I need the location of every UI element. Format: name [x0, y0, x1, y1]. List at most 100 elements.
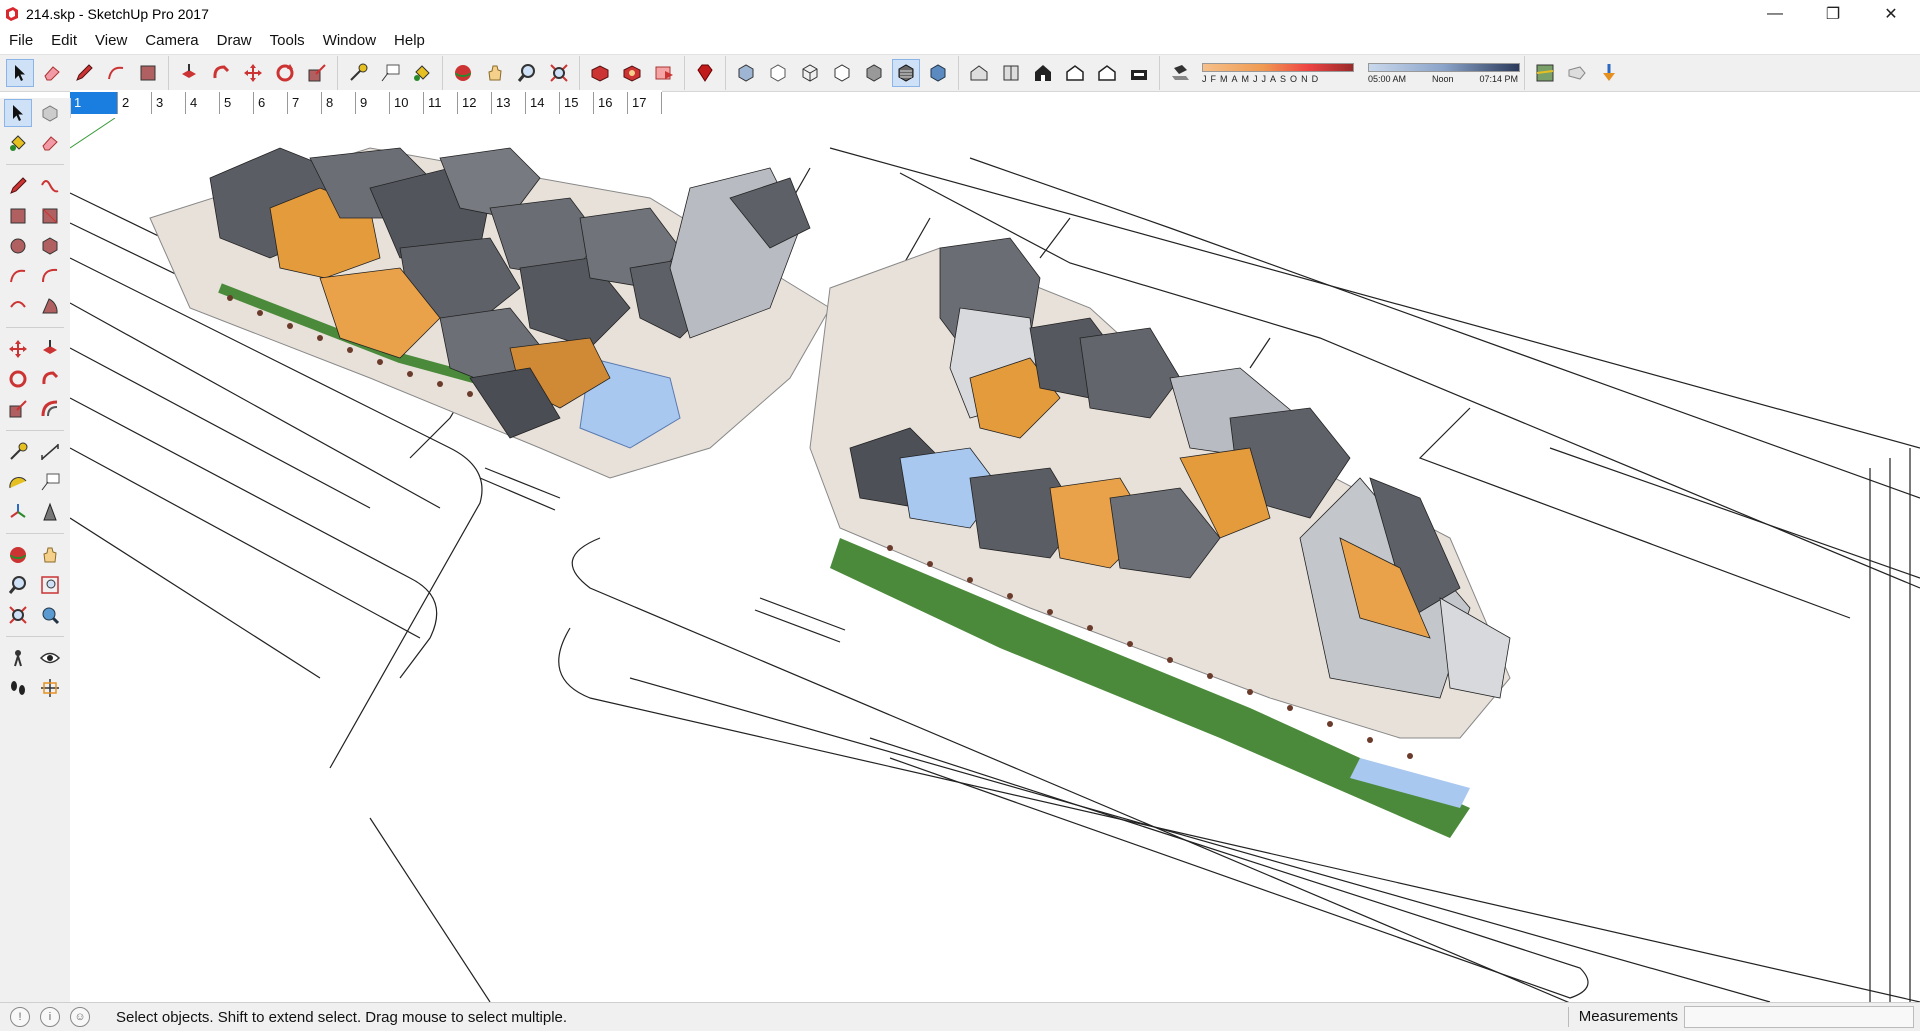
measurements-input[interactable]	[1684, 1006, 1914, 1028]
right-view-button[interactable]	[1061, 59, 1089, 87]
ruby-console-button[interactable]	[691, 59, 719, 87]
line-tool[interactable]	[4, 172, 32, 200]
pan-tool-button[interactable]	[481, 59, 509, 87]
orbit-tool[interactable]	[4, 541, 32, 569]
eraser-tool-button[interactable]	[38, 59, 66, 87]
scene-tab-8[interactable]: 8	[322, 92, 356, 114]
scene-tab-5[interactable]: 5	[220, 92, 254, 114]
arc-tool[interactable]	[4, 262, 32, 290]
push-pull-tool-button[interactable]	[175, 59, 203, 87]
rotate-tool-button[interactable]	[271, 59, 299, 87]
text-tool-button[interactable]	[376, 59, 404, 87]
pan-tool[interactable]	[36, 541, 64, 569]
zoom-window-tool[interactable]	[36, 571, 64, 599]
push-pull-tool[interactable]	[36, 335, 64, 363]
scene-tab-15[interactable]: 15	[560, 92, 594, 114]
rotated-rectangle-tool[interactable]	[36, 202, 64, 230]
3pt-arc-tool[interactable]	[4, 292, 32, 320]
scene-tab-14[interactable]: 14	[526, 92, 560, 114]
menu-edit[interactable]: Edit	[42, 28, 86, 54]
move-tool-button[interactable]	[239, 59, 267, 87]
arc-tool-button[interactable]	[102, 59, 130, 87]
left-view-button[interactable]	[1125, 59, 1153, 87]
select-tool[interactable]	[4, 99, 32, 127]
top-view-button[interactable]	[997, 59, 1025, 87]
section-plane-tool[interactable]	[36, 674, 64, 702]
rectangle-tool[interactable]	[4, 202, 32, 230]
photo-texture-button[interactable]	[1563, 59, 1591, 87]
zoom-extents-tool-button[interactable]	[545, 59, 573, 87]
iso-view-button[interactable]	[965, 59, 993, 87]
follow-me-tool-button[interactable]	[207, 59, 235, 87]
add-location-button[interactable]	[1595, 59, 1623, 87]
scene-tab-13[interactable]: 13	[492, 92, 526, 114]
scene-tab-10[interactable]: 10	[390, 92, 424, 114]
scene-tab-12[interactable]: 12	[458, 92, 492, 114]
rectangle-tool-button[interactable]	[134, 59, 162, 87]
walk-tool[interactable]	[4, 674, 32, 702]
scale-tool-button[interactable]	[303, 59, 331, 87]
geo-location-status-icon[interactable]: !	[10, 1007, 30, 1027]
dimension-tool[interactable]	[36, 438, 64, 466]
zoom-extents-tool[interactable]	[4, 601, 32, 629]
shadow-time-slider[interactable]: 05:00 AM Noon 07:14 PM	[1368, 62, 1520, 84]
menu-help[interactable]: Help	[385, 28, 434, 54]
scene-tab-4[interactable]: 4	[186, 92, 220, 114]
previous-view-tool[interactable]	[36, 601, 64, 629]
xray-style-button[interactable]	[732, 59, 760, 87]
make-component-tool[interactable]	[36, 99, 64, 127]
menu-view[interactable]: View	[86, 28, 136, 54]
scene-tab-17[interactable]: 17	[628, 92, 662, 114]
extension-warehouse-button[interactable]	[618, 59, 646, 87]
front-view-button[interactable]	[1029, 59, 1057, 87]
look-around-tool[interactable]	[36, 644, 64, 672]
eraser-tool[interactable]	[36, 129, 64, 157]
scene-tab-1[interactable]: 1	[70, 92, 118, 114]
hidden-line-style-button[interactable]	[828, 59, 856, 87]
back-edges-style-button[interactable]	[764, 59, 792, 87]
textured-style-button[interactable]	[892, 59, 920, 87]
orbit-tool-button[interactable]	[449, 59, 477, 87]
axes-tool[interactable]	[4, 498, 32, 526]
3d-text-tool[interactable]	[36, 498, 64, 526]
shadow-settings-button[interactable]	[1166, 59, 1194, 87]
geo-location-button[interactable]	[1531, 59, 1559, 87]
follow-me-tool[interactable]	[36, 365, 64, 393]
select-tool-button[interactable]	[6, 59, 34, 87]
menu-file[interactable]: File	[0, 28, 42, 54]
credits-status-icon[interactable]: i	[40, 1007, 60, 1027]
close-button[interactable]: ✕	[1862, 0, 1920, 28]
user-account-icon[interactable]: ☺	[70, 1007, 90, 1027]
polygon-tool[interactable]	[36, 232, 64, 260]
scene-tab-9[interactable]: 9	[356, 92, 390, 114]
3d-warehouse-button[interactable]	[586, 59, 614, 87]
menu-draw[interactable]: Draw	[208, 28, 261, 54]
menu-camera[interactable]: Camera	[136, 28, 207, 54]
scene-tab-16[interactable]: 16	[594, 92, 628, 114]
scene-tab-2[interactable]: 2	[118, 92, 152, 114]
scene-tab-3[interactable]: 3	[152, 92, 186, 114]
scene-tab-7[interactable]: 7	[288, 92, 322, 114]
zoom-tool-button[interactable]	[513, 59, 541, 87]
paint-bucket-tool-button[interactable]	[408, 59, 436, 87]
model-viewport[interactable]	[70, 118, 1920, 1002]
position-camera-tool[interactable]	[4, 644, 32, 672]
tape-measure-tool-button[interactable]	[344, 59, 372, 87]
scene-tab-6[interactable]: 6	[254, 92, 288, 114]
freehand-tool[interactable]	[36, 172, 64, 200]
scene-tab-11[interactable]: 11	[424, 92, 458, 114]
wireframe-style-button[interactable]	[796, 59, 824, 87]
circle-tool[interactable]	[4, 232, 32, 260]
paint-bucket-tool[interactable]	[4, 129, 32, 157]
protractor-tool[interactable]	[4, 468, 32, 496]
restore-button[interactable]: ❐	[1804, 0, 1862, 28]
shadow-date-slider[interactable]: J F M A M J J A S O N D	[1202, 62, 1354, 84]
shaded-style-button[interactable]	[860, 59, 888, 87]
back-view-button[interactable]	[1093, 59, 1121, 87]
scale-tool[interactable]	[4, 395, 32, 423]
pencil-tool-button[interactable]	[70, 59, 98, 87]
rotate-tool[interactable]	[4, 365, 32, 393]
minimize-button[interactable]: —	[1746, 0, 1804, 28]
zoom-tool[interactable]	[4, 571, 32, 599]
tape-measure-tool[interactable]	[4, 438, 32, 466]
